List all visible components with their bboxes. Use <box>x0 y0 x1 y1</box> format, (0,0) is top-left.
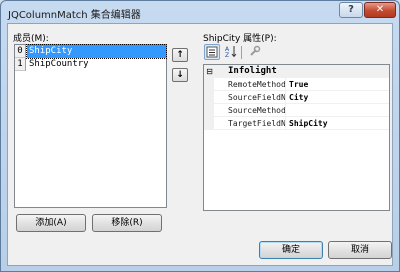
toolbar-separator <box>241 46 242 59</box>
row-gutter <box>204 91 214 104</box>
title-bar[interactable]: JQColumnMatch 集合编辑器 ? ✕ <box>1 1 399 23</box>
member-name: ShipCountry <box>29 59 89 69</box>
member-index: 1 <box>15 58 26 71</box>
arrow-up-icon: ↑ <box>176 50 184 60</box>
property-value[interactable] <box>286 104 389 117</box>
property-name: SourceMethod <box>214 104 286 117</box>
wrench-icon <box>250 45 261 56</box>
properties-label: ShipCity 属性(P): <box>203 34 277 44</box>
add-button[interactable]: 添加(A) <box>16 214 86 232</box>
property-toolbar: A Z <box>203 44 389 62</box>
row-gutter <box>204 78 214 91</box>
category-row[interactable]: ⊟ Infolight <box>204 65 389 78</box>
svg-text:Z: Z <box>225 52 229 58</box>
collection-editor-window: JQColumnMatch 集合编辑器 ? ✕ 成员(M): 0 ShipCit… <box>0 0 400 272</box>
property-value[interactable]: ShipCity <box>286 117 389 130</box>
property-value[interactable]: City <box>286 91 389 104</box>
property-value[interactable]: True <box>286 78 389 91</box>
members-label: 成员(M): <box>13 34 49 44</box>
help-button[interactable]: ? <box>339 2 363 18</box>
window-title: JQColumnMatch 集合编辑器 <box>8 10 141 21</box>
alphabetical-icon: A Z <box>225 46 236 59</box>
property-row[interactable]: SourceFieldNa City <box>204 91 389 104</box>
property-pages-button[interactable] <box>247 44 263 60</box>
categorized-button[interactable] <box>204 44 220 60</box>
property-grid[interactable]: ⊟ Infolight RemoteMethod True SourceFiel… <box>203 64 390 211</box>
remove-button[interactable]: 移除(R) <box>92 214 162 232</box>
property-name: TargetFieldNa <box>214 117 286 130</box>
move-down-button[interactable]: ↓ <box>172 68 188 82</box>
row-gutter <box>204 104 214 117</box>
dialog-client-area: 成员(M): 0 ShipCity 1 ShipCountry ↑ ↓ 添加(A… <box>7 23 393 266</box>
property-row[interactable]: SourceMethod <box>204 104 389 117</box>
list-item[interactable]: 0 ShipCity <box>15 44 167 59</box>
list-item[interactable]: 1 ShipCountry <box>15 58 166 71</box>
property-name: SourceFieldNa <box>214 91 286 104</box>
arrow-down-icon: ↓ <box>176 70 184 80</box>
property-row[interactable]: RemoteMethod True <box>204 78 389 91</box>
property-row[interactable]: TargetFieldNa ShipCity <box>204 117 389 130</box>
categorized-icon <box>206 46 218 58</box>
members-list[interactable]: 0 ShipCity 1 ShipCountry <box>14 44 167 208</box>
move-up-button[interactable]: ↑ <box>172 48 188 62</box>
property-name: RemoteMethod <box>214 78 286 91</box>
close-button[interactable]: ✕ <box>364 2 396 18</box>
member-index: 0 <box>15 45 26 58</box>
collapse-icon[interactable]: ⊟ <box>205 65 214 78</box>
category-label: Infolight <box>214 65 389 78</box>
ok-button[interactable]: 确定 <box>259 241 323 259</box>
row-gutter <box>204 117 214 130</box>
alphabetical-button[interactable]: A Z <box>223 44 239 60</box>
member-name: ShipCity <box>26 44 167 59</box>
cancel-button[interactable]: 取消 <box>328 241 392 259</box>
